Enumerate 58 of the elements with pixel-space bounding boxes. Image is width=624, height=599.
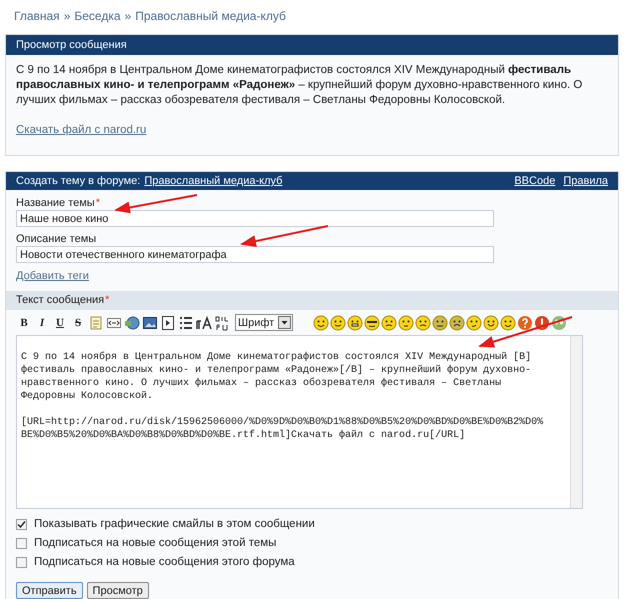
smiley-icon[interactable] <box>483 314 499 331</box>
font-size-icon[interactable] <box>196 314 212 331</box>
breadcrumb-link[interactable]: Беседка <box>74 7 121 25</box>
form-button[interactable]: Просмотр <box>86 582 149 599</box>
smiley-icon[interactable] <box>449 314 465 331</box>
italic-button[interactable]: I <box>34 314 50 331</box>
bold-button[interactable]: B <box>16 314 32 331</box>
image-icon[interactable] <box>142 314 158 331</box>
add-tags-link[interactable]: Добавить теги <box>16 268 89 285</box>
smiley-icon[interactable] <box>415 314 431 331</box>
font-select[interactable]: Шрифт <box>235 314 293 332</box>
strikethrough-button[interactable]: S <box>70 314 86 331</box>
check-icon <box>17 520 26 529</box>
smiley-icon[interactable] <box>313 314 329 331</box>
smiley-icon[interactable] <box>364 314 380 331</box>
alien-icon[interactable] <box>551 314 567 331</box>
smiley-icon[interactable] <box>347 314 363 331</box>
breadcrumb-link[interactable]: Православный медиа-клуб <box>135 7 286 25</box>
field-label: Описание темы <box>16 233 96 246</box>
smiley-icon[interactable] <box>432 314 448 331</box>
text-field[interactable]: Новости отечественного кинематографа <box>16 246 494 264</box>
form-button[interactable]: Отправить <box>16 582 83 599</box>
option-label: Подписаться на новые сообщения этой темы <box>34 536 276 551</box>
checkbox[interactable] <box>16 538 27 549</box>
smiley-icon[interactable] <box>466 314 482 331</box>
smiley-icon[interactable] <box>500 314 516 331</box>
translit-icon[interactable] <box>214 314 230 331</box>
required-mark: * <box>96 197 100 210</box>
required-mark: * <box>105 293 110 308</box>
question-icon[interactable] <box>517 314 533 331</box>
field-label: Название темы <box>16 197 95 210</box>
option-label: Показывать графические смайлы в этом сообщении <box>34 516 315 532</box>
checkbox[interactable] <box>16 518 27 530</box>
breadcrumb-separator: » <box>124 8 132 25</box>
header-link[interactable]: BBCode <box>514 173 556 190</box>
option-label: Подписаться на новые сообщения этого форума <box>34 554 295 570</box>
globe-icon[interactable] <box>124 314 140 331</box>
exclamation-icon[interactable] <box>534 314 550 331</box>
preview-text: С 9 по 14 ноября в Центральном Доме кинематографистов состоялся XIV Международный фестиваль православных кино- и телепрограмм «Радонеж» – крупнейший форум духовно-нравственного кино. О лучших фильмах – рассказ обозревателя фестиваля – Светланы Федоровны Колосовской. <box>16 63 584 108</box>
section-label: Текст сообщения <box>16 293 104 308</box>
smiley-icon[interactable] <box>398 314 414 331</box>
scrollbar[interactable] <box>570 336 582 508</box>
text-field[interactable]: Наше новое кино <box>16 210 494 228</box>
breadcrumb-link[interactable]: Главная <box>14 7 60 25</box>
form-title: Создать тему в форуме: <box>16 174 140 189</box>
smiley-icon[interactable] <box>330 314 346 331</box>
film-icon[interactable] <box>160 314 176 331</box>
download-link[interactable]: Скачать файл с narod.ru <box>16 122 146 140</box>
dropdown-icon[interactable] <box>278 316 291 330</box>
underline-button[interactable]: U <box>52 314 68 331</box>
smiley-icon[interactable] <box>381 314 397 331</box>
forum-link[interactable]: Православный медиа-клуб <box>144 173 282 190</box>
header-link[interactable]: Правила <box>563 173 608 190</box>
list-icon[interactable] <box>178 314 194 331</box>
checkbox[interactable] <box>16 556 27 568</box>
breadcrumb-separator: » <box>64 8 70 25</box>
message-textarea[interactable]: С 9 по 14 ноября в Центральном Доме кинематографистов состоялся XIV Международный [B] фестиваль православных кино- и телепрограмм «Радонеж»[/B] – крупнейший форум духовно- нравственного кино. О лучших фильмах – рассказ обозревателя фестиваля – Светланы Федоровны Колосовской. [URL=http://narod.ru/disk/15962506000/%D0%9D%D0%B0%D1%88%D0%B5%20%D0%BD%D0%BE%D0%B2%D0% BE%D0%B5%20%D0%BA%D0%B8%D0%BD%D0%BE.rtf.html]Скачать файл с narod.ru[/URL] <box>16 334 583 509</box>
panel-title: Просмотр сообщения <box>6 35 618 55</box>
